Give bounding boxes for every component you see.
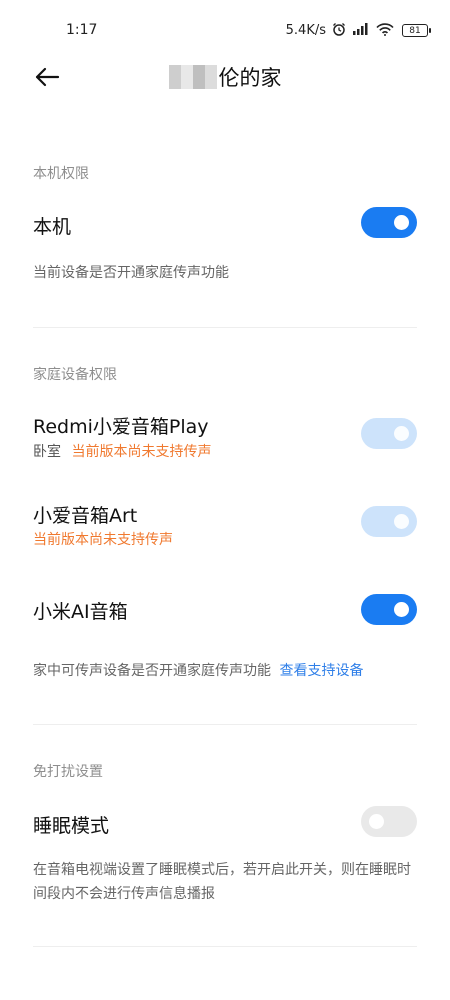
redmi-play-toggle[interactable] [361,418,417,449]
battery-icon: 81 [402,24,431,37]
device-name-xiaoai-art: 小爱音箱Art [33,505,138,527]
sleep-mode-title: 睡眠模式 [33,815,110,837]
toggle-knob [394,514,409,529]
divider [33,327,417,328]
signal-icon [352,23,370,38]
xiaoai-art-toggle[interactable] [361,506,417,537]
device-room: 卧室 [33,444,61,460]
toggle-knob [394,215,409,230]
device-status-xiaoai-art: 当前版本尚未支持传声 [33,532,173,548]
status-bar: 1:17 5.4K/s 81 [0,0,450,62]
device-status: 当前版本尚未支持传声 [71,444,212,460]
status-time: 1:17 [66,22,98,38]
home-devices-note-text: 家中可传声设备是否开通家庭传声功能 [33,663,271,679]
battery-level: 81 [409,25,421,36]
device-name-redmi-play: Redmi小爱音箱Play [33,416,209,438]
network-speed: 5.4K/s [285,23,326,38]
view-supported-devices-link[interactable]: 查看支持设备 [279,663,363,679]
status-icons: 5.4K/s 81 [285,22,431,39]
device-sub-redmi-play: 卧室 当前版本尚未支持传声 [33,441,211,461]
toggle-knob [369,814,384,829]
section-label-home-devices: 家庭设备权限 [33,367,117,383]
device-name-mi-ai-speaker: 小米AI音箱 [33,601,128,623]
alarm-icon [332,22,346,39]
local-toggle[interactable] [361,207,417,238]
sleep-mode-note: 在音箱电视端设置了睡眠模式后，若开启此开关，则在睡眠时间段内不会进行传声信息播报 [33,862,411,902]
divider [33,724,417,725]
toggle-knob [394,426,409,441]
wifi-icon [376,22,394,39]
mi-ai-speaker-toggle[interactable] [361,594,417,625]
toggle-knob [394,602,409,617]
local-note: 当前设备是否开通家庭传声功能 [33,265,229,281]
page-title: 伦的家 [0,62,450,92]
pixelated-name [168,65,217,89]
section-label-dnd: 免打扰设置 [33,764,103,780]
sleep-mode-toggle[interactable] [361,806,417,837]
title-bar: 伦的家 [0,58,450,98]
divider [33,946,417,947]
local-row-title: 本机 [33,216,72,238]
section-label-local: 本机权限 [33,166,89,182]
home-devices-note: 家中可传声设备是否开通家庭传声功能 查看支持设备 [33,659,423,683]
page-title-text: 伦的家 [218,66,282,90]
